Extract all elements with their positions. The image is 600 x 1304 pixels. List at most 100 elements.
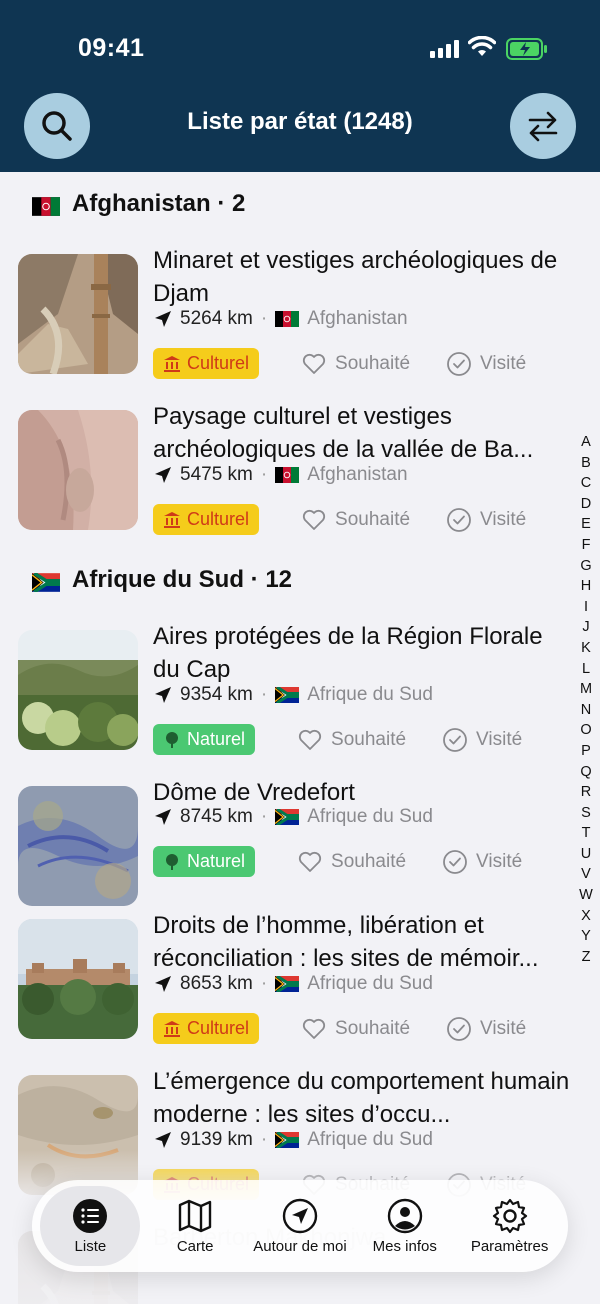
alphabet-index-letter[interactable]: T — [578, 823, 594, 844]
separator: · — [260, 1129, 268, 1150]
list-item[interactable]: Dôme de Vredefort 8745 km · Afrique du Sud N… — [0, 768, 600, 906]
visited-button[interactable]: Visité — [446, 507, 526, 533]
sort-toggle-button[interactable] — [510, 93, 576, 159]
list-icon — [73, 1199, 108, 1233]
wishlist-button[interactable]: Souhaité — [297, 849, 406, 875]
visited-button[interactable]: Visité — [446, 1016, 526, 1042]
alphabet-index-letter[interactable]: P — [578, 741, 594, 762]
country-name: Afrique du Sud — [307, 1129, 433, 1150]
site-actions: Culturel Souhaité Visité — [153, 348, 526, 379]
alphabet-index-letter[interactable]: O — [578, 720, 594, 741]
alphabet-index-letter[interactable]: H — [578, 576, 594, 597]
category-label: Naturel — [187, 851, 246, 871]
heart-icon — [302, 353, 326, 374]
alphabet-index-letter[interactable]: D — [578, 494, 594, 515]
list-item[interactable]: Aires protégées de la Région Florale du … — [0, 612, 600, 768]
wishlist-button[interactable]: Souhaité — [301, 507, 410, 533]
alphabet-index-letter[interactable]: C — [578, 473, 594, 494]
south-africa-flag-icon — [274, 807, 301, 827]
museum-icon — [164, 355, 180, 372]
distance: 5264 km — [180, 308, 253, 329]
site-meta: 9354 km · Afrique du Sud — [153, 684, 433, 706]
heart-icon — [298, 851, 322, 872]
alphabet-index-letter[interactable]: E — [578, 514, 594, 535]
alphabet-index-letter[interactable]: A — [578, 432, 594, 453]
category-badge: Culturel — [153, 504, 260, 535]
alphabet-index-letter[interactable]: K — [578, 638, 594, 659]
wishlist-label: Souhaité — [335, 1017, 411, 1039]
alphabet-index-letter[interactable]: R — [578, 782, 594, 803]
separator: · — [260, 806, 268, 827]
tab-autour-de-moi[interactable]: Autour de moi — [250, 1186, 350, 1266]
tree-icon — [166, 853, 178, 870]
navigation-arrow-icon — [155, 1132, 171, 1148]
alphabet-index-letter[interactable]: M — [578, 679, 594, 700]
south-africa-flag-icon — [31, 571, 62, 593]
wishlist-button[interactable]: Souhaité — [301, 351, 410, 377]
alphabet-index-letter[interactable]: X — [578, 906, 594, 927]
site-meta: 5475 km · Afghanistan — [153, 464, 408, 486]
tab-label: Carte — [176, 1238, 214, 1255]
swap-arrows-icon — [528, 111, 558, 142]
site-actions: Naturel Souhaité Visité — [153, 724, 522, 755]
tab-parametres[interactable]: Paramètres — [460, 1186, 560, 1266]
alphabet-index[interactable]: ABCDEFGHIJKLMNOPQRSTUVWXYZ — [578, 432, 594, 967]
site-meta: 8653 km · Afrique du Sud — [153, 973, 433, 995]
site-meta: 8745 km · Afrique du Sud — [153, 806, 433, 828]
category-label: Culturel — [187, 1018, 250, 1038]
checkmark-circle-icon — [447, 507, 471, 532]
site-list[interactable]: Afghanistan · 2 Minaret et vestiges arché… — [0, 172, 600, 1304]
checkmark-circle-icon — [443, 727, 467, 752]
list-item[interactable]: Paysage culturel et vestiges archéologiq… — [0, 392, 600, 548]
south-africa-flag-icon — [274, 974, 301, 994]
alphabet-index-letter[interactable]: S — [578, 803, 594, 824]
status-time: 09:41 — [78, 34, 145, 62]
wishlist-button[interactable]: Souhaité — [297, 727, 406, 753]
tab-carte[interactable]: Carte — [145, 1186, 245, 1266]
category-badge: Naturel — [153, 846, 256, 877]
alphabet-index-letter[interactable]: Q — [578, 762, 594, 783]
alphabet-index-letter[interactable]: B — [578, 453, 594, 474]
alphabet-index-letter[interactable]: J — [578, 617, 594, 638]
alphabet-index-letter[interactable]: Y — [578, 926, 594, 947]
alphabet-index-letter[interactable]: U — [578, 844, 594, 865]
header: 09:41 Liste par état (1248) — [0, 0, 600, 172]
gear-icon — [492, 1198, 527, 1234]
site-actions: Culturel Souhaité Visité — [153, 1013, 526, 1044]
site-photo — [18, 919, 138, 1039]
list-item[interactable]: Minaret et vestiges archéologiques de Dj… — [0, 236, 600, 392]
separator: · — [260, 308, 268, 329]
list-item[interactable]: Droits de l’homme, libération et réconci… — [0, 901, 600, 1057]
alphabet-index-letter[interactable]: W — [578, 885, 594, 906]
site-title: Dôme de Vredefort — [153, 779, 355, 806]
visited-label: Visité — [480, 352, 527, 374]
site-actions: Culturel Souhaité Visité — [153, 504, 526, 535]
category-badge: Culturel — [153, 1013, 260, 1044]
tab-liste[interactable]: Liste — [40, 1186, 141, 1266]
country-name: Afghanistan — [307, 464, 408, 485]
visited-button[interactable]: Visité — [446, 351, 526, 377]
south-africa-flag-icon — [274, 1130, 301, 1150]
site-title: Aires protégées de la Région Florale du … — [153, 623, 543, 683]
navigation-arrow-icon — [155, 687, 171, 703]
wishlist-label: Souhaité — [331, 728, 407, 750]
separator: · — [260, 684, 268, 705]
alphabet-index-letter[interactable]: G — [578, 556, 594, 577]
section-title: Afrique du Sud · 12 — [72, 566, 293, 593]
wishlist-button[interactable]: Souhaité — [301, 1016, 410, 1042]
alphabet-index-letter[interactable]: N — [578, 700, 594, 721]
visited-button[interactable]: Visité — [442, 849, 522, 875]
category-label: Culturel — [187, 509, 250, 529]
map-icon — [178, 1199, 212, 1233]
site-photo — [18, 786, 138, 906]
tab-mes-infos[interactable]: Mes infos — [355, 1186, 455, 1266]
alphabet-index-letter[interactable]: V — [578, 864, 594, 885]
visited-button[interactable]: Visité — [442, 727, 522, 753]
alphabet-index-letter[interactable]: Z — [578, 947, 594, 968]
site-actions: Naturel Souhaité Visité — [153, 846, 522, 877]
status-bar: 09:41 — [0, 0, 600, 96]
alphabet-index-letter[interactable]: I — [578, 597, 594, 618]
visited-label: Visité — [480, 1017, 527, 1039]
alphabet-index-letter[interactable]: F — [578, 535, 594, 556]
alphabet-index-letter[interactable]: L — [578, 659, 594, 680]
